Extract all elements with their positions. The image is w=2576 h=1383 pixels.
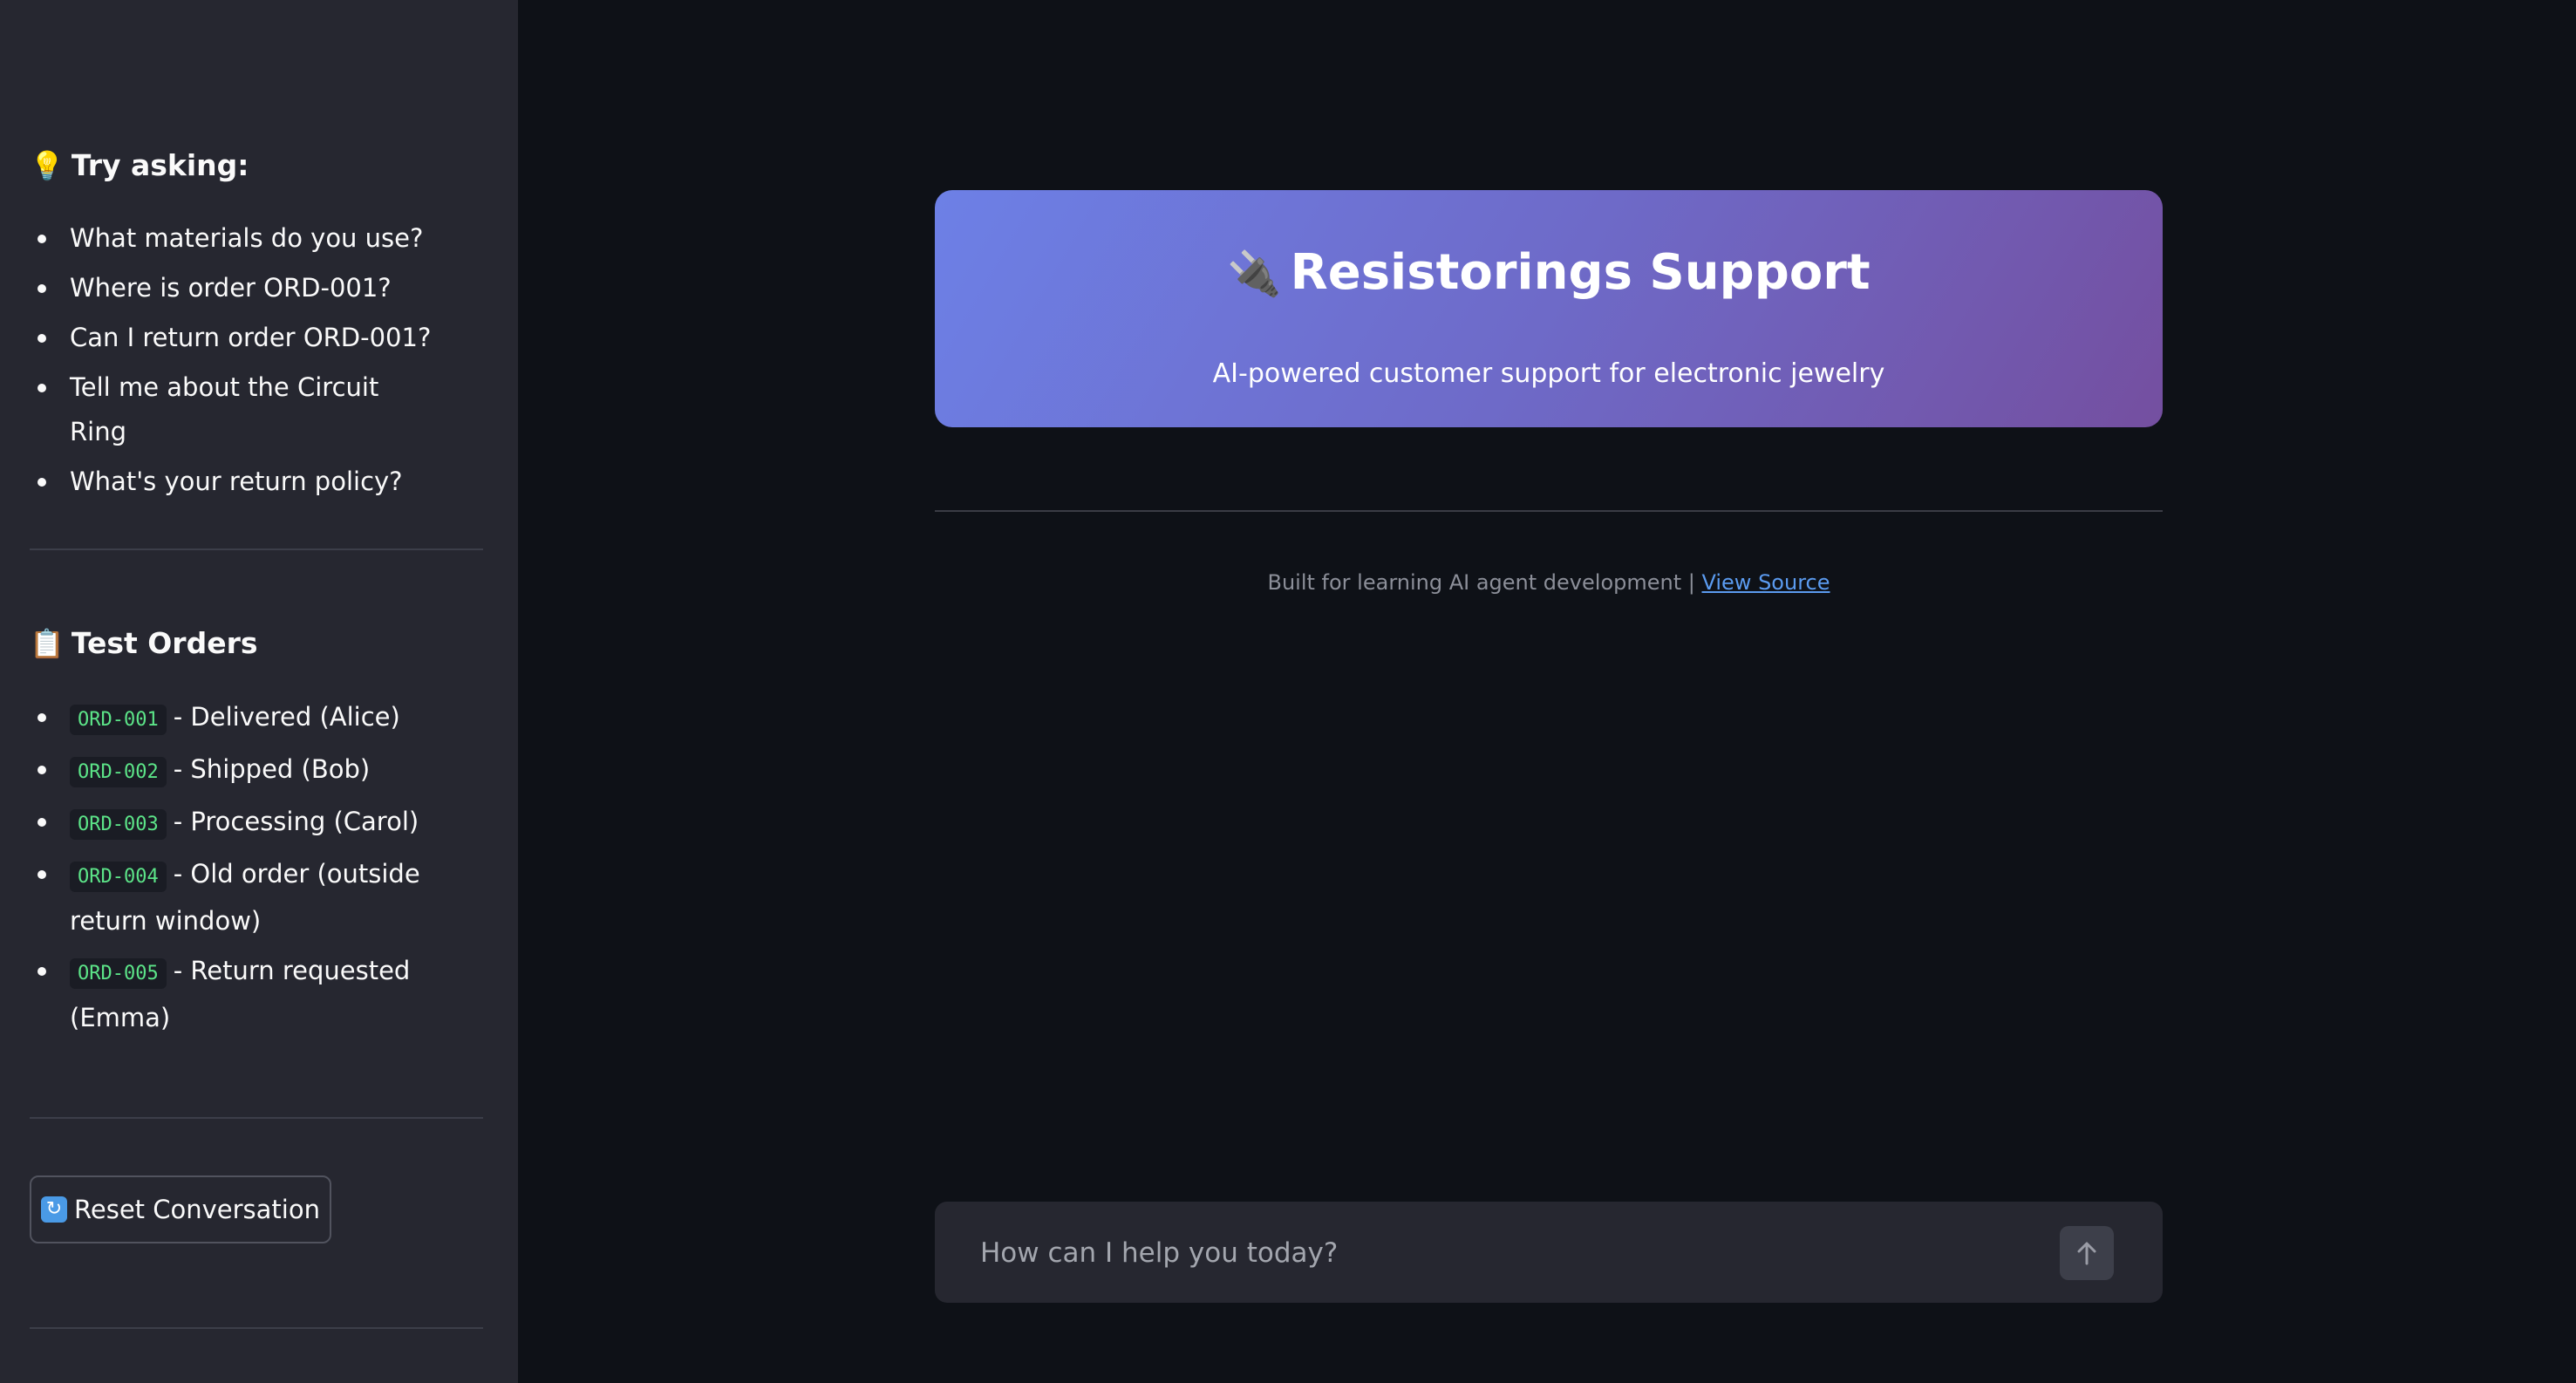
test-orders-list: ORD-001- Delivered (Alice) ORD-002- Ship…: [30, 695, 440, 1046]
test-orders-heading: 📋 Test Orders: [30, 626, 258, 660]
main-content: 🔌 Resistorings Support AI-powered custome…: [518, 0, 2576, 1383]
order-item: ORD-004- Old order (outside return windo…: [30, 852, 440, 944]
order-code: ORD-001: [70, 705, 167, 735]
try-asking-heading: 💡 Try asking:: [30, 148, 249, 182]
chat-input[interactable]: [978, 1202, 2028, 1305]
send-button[interactable]: [2060, 1226, 2114, 1280]
order-status: - Delivered (Alice): [173, 702, 400, 732]
page-title: 🔌 Resistorings Support: [1227, 244, 1871, 301]
clipboard-icon: 📋: [30, 626, 65, 660]
order-status: - Shipped (Bob): [173, 754, 371, 784]
reset-button-label: Reset Conversation: [74, 1195, 320, 1224]
order-status: - Processing (Carol): [173, 807, 419, 836]
list-item: What materials do you use?: [30, 216, 440, 261]
hero-banner: 🔌 Resistorings Support AI-powered custome…: [935, 190, 2163, 427]
plug-icon: 🔌: [1227, 249, 1282, 299]
order-item: ORD-005- Return requested (Emma): [30, 949, 440, 1040]
list-item: Where is order ORD-001?: [30, 266, 440, 310]
chat-input-container: [935, 1202, 2163, 1305]
order-code: ORD-002: [70, 757, 167, 787]
arrow-up-icon: [2077, 1242, 2096, 1265]
try-asking-list: What materials do you use? Where is orde…: [30, 216, 440, 509]
page-subtitle: AI-powered customer support for electron…: [1212, 358, 1885, 389]
order-code: ORD-005: [70, 958, 167, 989]
list-item: Can I return order ORD-001?: [30, 316, 440, 360]
sidebar-divider: [30, 548, 483, 550]
order-item: ORD-001- Delivered (Alice): [30, 695, 440, 742]
app-root: 💡 Try asking: What materials do you use?…: [0, 0, 2576, 1383]
test-orders-title: Test Orders: [71, 626, 258, 660]
lightbulb-icon: 💡: [30, 148, 65, 182]
list-item: Tell me about the Circuit Ring: [30, 365, 440, 454]
refresh-icon: ↻: [41, 1196, 68, 1223]
footer-text: Built for learning AI agent development …: [1267, 570, 1695, 595]
list-item: What's your return policy?: [30, 460, 440, 504]
order-code: ORD-004: [70, 862, 167, 892]
footer-note: Built for learning AI agent development …: [935, 570, 2163, 595]
order-item: ORD-003- Processing (Carol): [30, 800, 440, 847]
view-source-link[interactable]: View Source: [1701, 570, 1830, 595]
try-asking-title: Try asking:: [71, 148, 249, 182]
sidebar-divider: [30, 1327, 483, 1329]
order-code: ORD-003: [70, 809, 167, 840]
main-divider: [935, 510, 2163, 512]
sidebar: 💡 Try asking: What materials do you use?…: [0, 0, 518, 1383]
sidebar-divider: [30, 1117, 483, 1119]
reset-conversation-button[interactable]: ↻ Reset Conversation: [30, 1175, 331, 1243]
order-item: ORD-002- Shipped (Bob): [30, 747, 440, 794]
